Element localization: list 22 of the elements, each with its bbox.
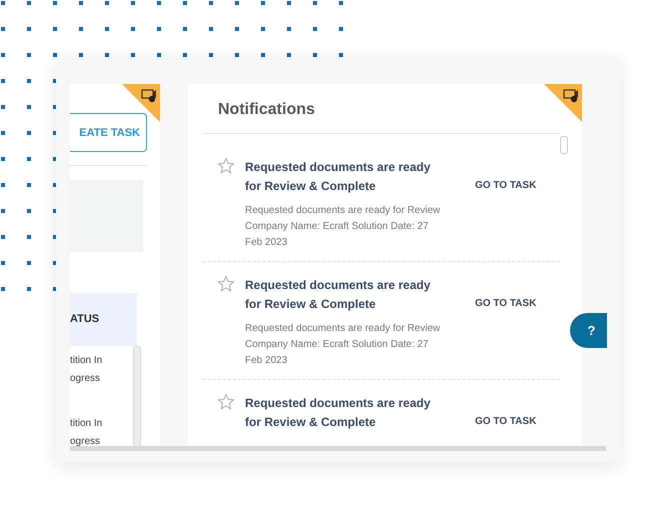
go-to-task-link[interactable]: GO TO TASK [475,180,536,191]
video-icon [141,89,156,102]
scrollbar-thumb[interactable] [560,136,568,154]
notification-title: Requested documents are ready for Review & Complete [245,395,432,431]
star-icon[interactable] [217,393,235,411]
table-cell-text: tition In ogress [70,417,104,446]
notification-text: Requested documents are ready for Review Company Name: Ecraft Solution Date: 27 Feb 2023 [245,322,441,368]
go-to-task-link[interactable]: GO TO TASK [475,416,536,427]
star-icon[interactable] [217,275,235,293]
scrollbar[interactable] [133,346,141,446]
table-cell-text: tition In ogress [70,354,104,386]
corner-ribbon [544,84,582,122]
star-icon[interactable] [217,157,235,175]
video-icon [563,89,578,102]
panel-title: Notifications [218,101,315,120]
scrollbar[interactable] [70,446,606,451]
go-to-task-link[interactable]: GO TO TASK [475,298,536,309]
notification-title: Requested documents are ready for Review & Complete [245,277,432,313]
notification-title: Requested documents are ready for Review & Complete [245,159,432,195]
help-button[interactable]: ? [570,313,607,348]
notification-text: Requested documents are ready for Review Company Name: Ecraft Solution Date: 27 Feb 2023 [245,204,441,250]
column-header: ATUS [70,293,137,346]
